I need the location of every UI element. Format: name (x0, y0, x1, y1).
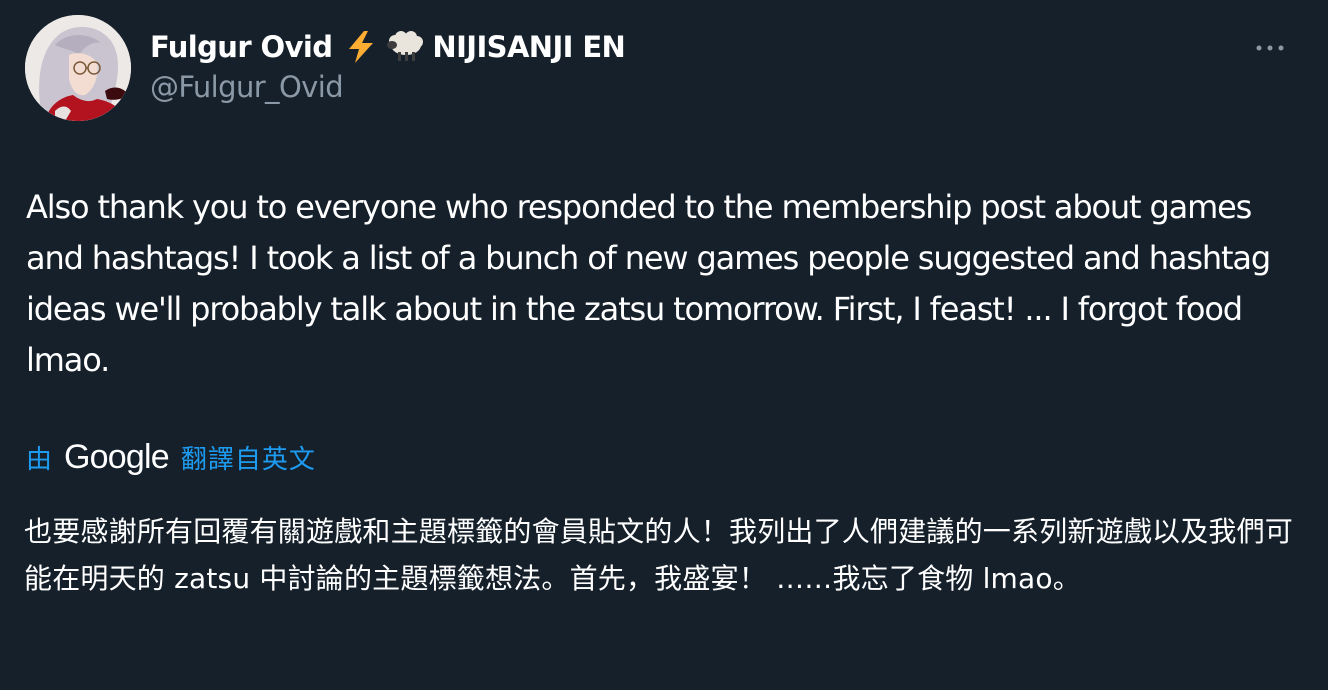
org-name[interactable]: NIJISANJI EN (432, 30, 625, 64)
google-logo: Google (64, 437, 170, 476)
more-horizontal-icon (1256, 45, 1284, 51)
more-options-button[interactable] (1248, 30, 1292, 66)
tweet-text: Also thank you to everyone who responded… (26, 188, 1271, 379)
author-handle[interactable]: @Fulgur_Ovid (150, 70, 344, 104)
tweet-card: Fulgur Ovid NIJISANJI EN @Fulgur_Ovid Al… (0, 0, 1328, 690)
sheep-emoji (386, 31, 424, 63)
author-name-row[interactable]: Fulgur Ovid NIJISANJI EN (150, 26, 626, 68)
display-name[interactable]: Fulgur Ovid (150, 30, 333, 64)
avatar[interactable] (25, 15, 131, 121)
translated-by-label: 由 (26, 444, 53, 475)
translated-from-label[interactable]: 翻譯自英文 (181, 439, 316, 476)
translation-attribution[interactable]: 由 Google 翻譯自英文 (26, 434, 316, 480)
avatar-image (25, 15, 131, 121)
lightning-emoji (346, 30, 376, 64)
translated-text: 也要感謝所有回覆有關遊戲和主題標籤的會員貼文的人！我列出了人們建議的一系列新遊戲… (24, 515, 1294, 595)
